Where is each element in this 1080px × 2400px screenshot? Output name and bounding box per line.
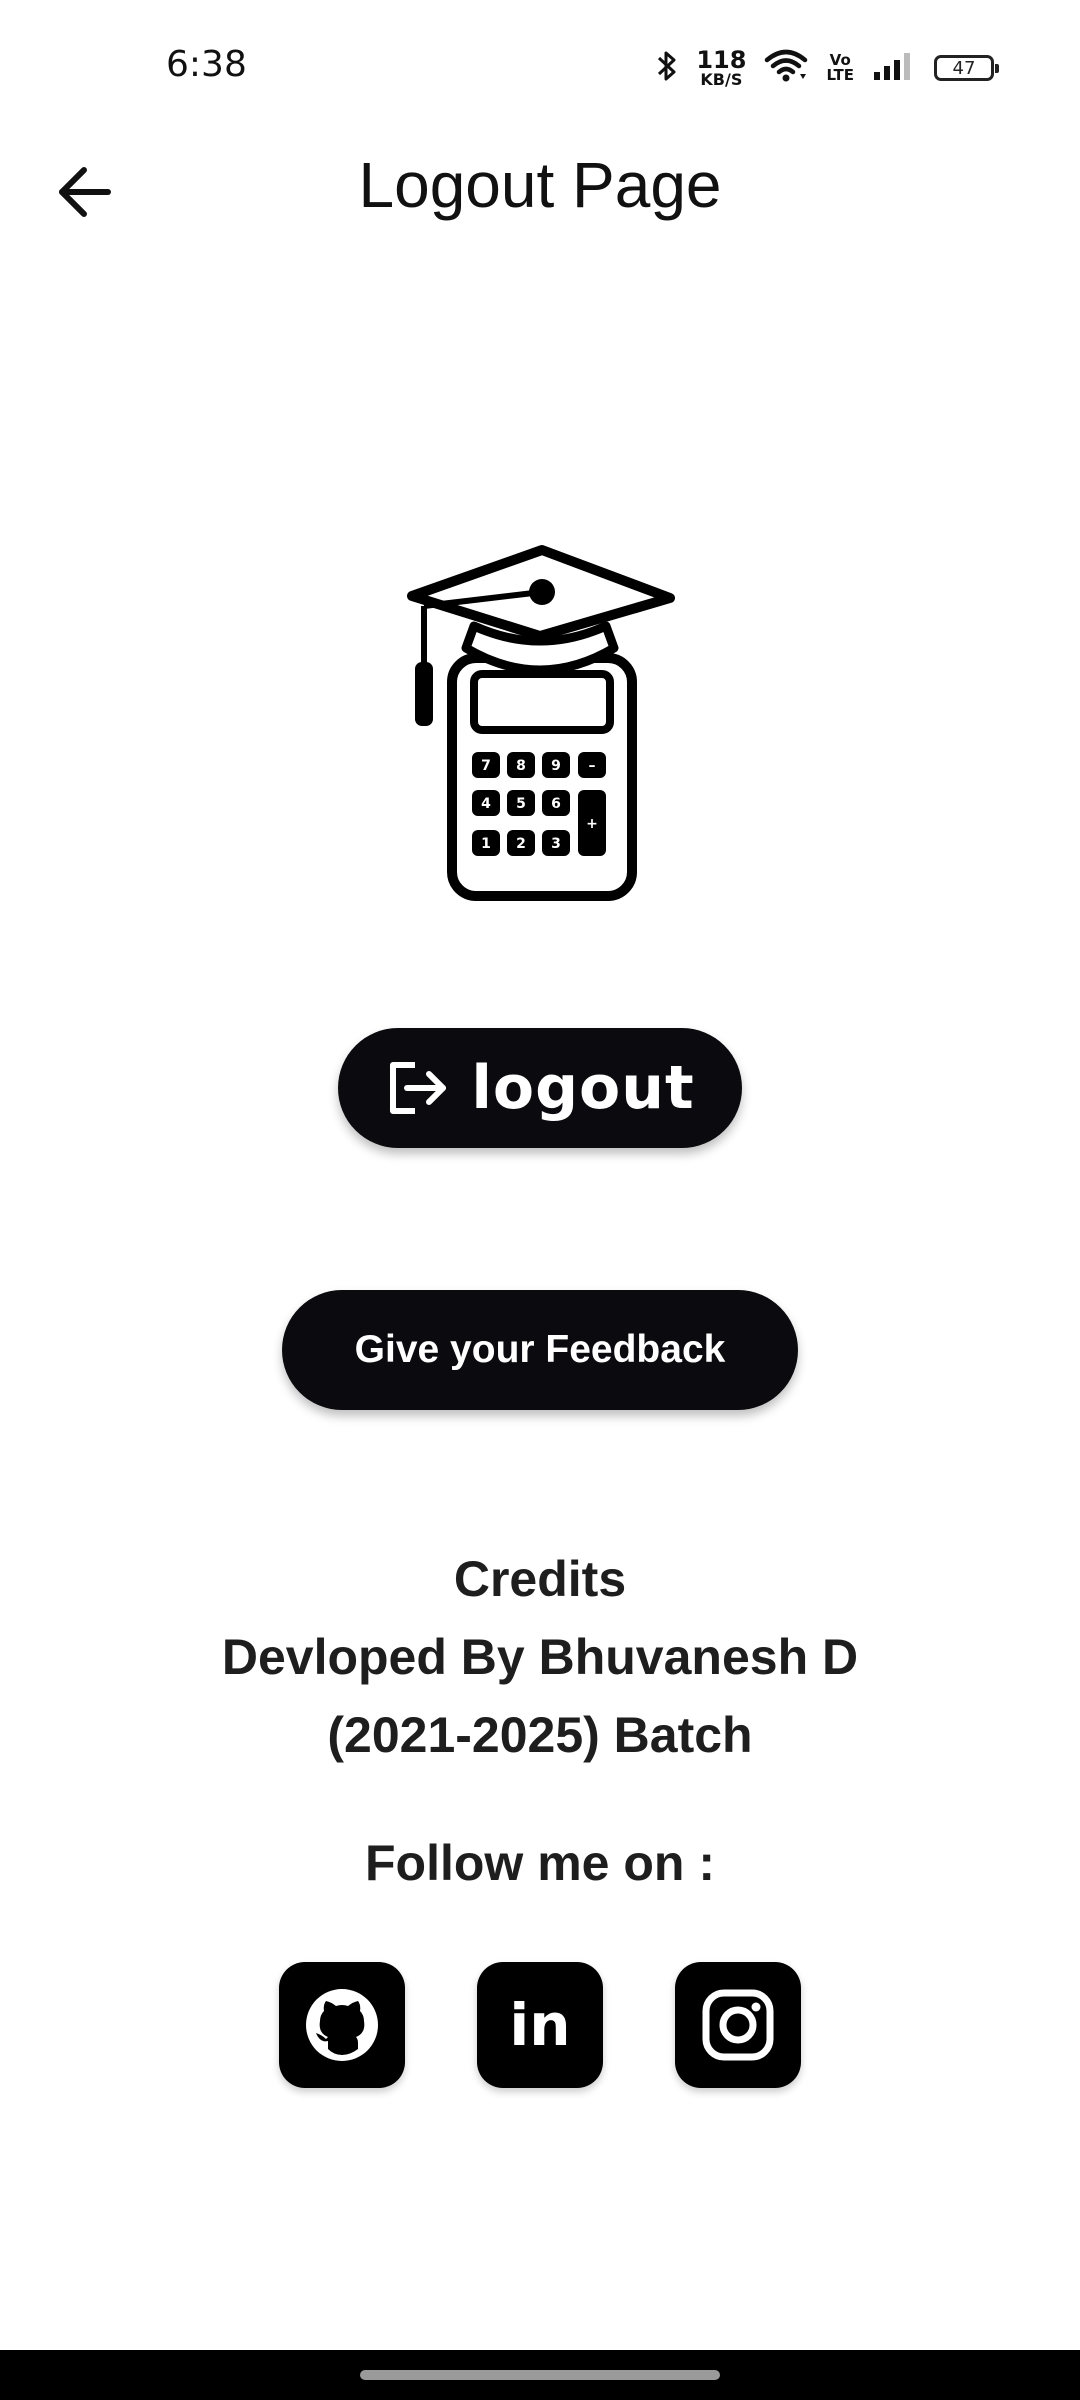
credits-developer: Devloped By Bhuvanesh D (221, 1629, 859, 1685)
home-indicator[interactable] (360, 2370, 720, 2380)
page-title: Logout Page (358, 149, 722, 221)
logout-button[interactable]: logout (338, 1028, 742, 1148)
status-icons: 118 KB/S Vo LTE 47 (656, 46, 999, 90)
github-icon (306, 1989, 378, 2061)
wifi-icon (764, 48, 808, 88)
credits-batch: (2021-2025) Batch (327, 1707, 753, 1763)
network-speed: 118 KB/S (696, 48, 746, 88)
key-label: 7 (481, 758, 491, 774)
credits-heading: Credits (453, 1551, 627, 1607)
github-button[interactable] (279, 1962, 405, 2088)
instagram-icon (702, 1989, 774, 2061)
signal-icon (872, 50, 916, 86)
key-label: 5 (516, 796, 526, 812)
key-label: – (589, 758, 596, 774)
instagram-button[interactable] (675, 1962, 801, 2088)
linkedin-icon: in (509, 1991, 571, 2059)
key-label: 3 (551, 836, 561, 852)
key-label: + (586, 816, 598, 832)
network-speed-value: 118 (696, 46, 747, 74)
linkedin-button[interactable]: in (477, 1962, 603, 2088)
volte-icon: Vo LTE (826, 53, 854, 83)
battery-level: 47 (952, 57, 976, 79)
key-label: 6 (551, 796, 561, 812)
app-screen: 6:38 118 KB/S Vo LTE 47 Logout Page 7 8 … (0, 0, 1080, 2400)
bluetooth-icon (656, 48, 678, 88)
follow-label: Follow me on : (365, 1835, 715, 1891)
key-label: 9 (551, 758, 561, 774)
status-time: 6:38 (166, 44, 247, 85)
network-speed-unit: KB/S (700, 70, 743, 89)
volte-bottom: LTE (826, 66, 854, 84)
key-label: 1 (481, 836, 491, 852)
key-label: 4 (481, 796, 491, 812)
system-navigation-bar (0, 2350, 1080, 2400)
credits-section: Credits Devloped By Bhuvanesh D (2021-20… (0, 1540, 1080, 1774)
logout-icon (390, 1062, 447, 1114)
give-feedback-button[interactable]: Give your Feedback (282, 1290, 798, 1410)
battery-icon: 47 (934, 55, 999, 81)
status-bar: 6:38 118 KB/S Vo LTE 47 (0, 0, 1080, 140)
key-label: 2 (516, 836, 526, 852)
logout-label: logout (471, 1053, 695, 1123)
feedback-label: Give your Feedback (354, 1328, 726, 1371)
calculator-graduation-cap-logo: 7 8 9 – 4 5 6 + 1 2 3 (400, 540, 680, 910)
key-label: 8 (516, 758, 526, 774)
